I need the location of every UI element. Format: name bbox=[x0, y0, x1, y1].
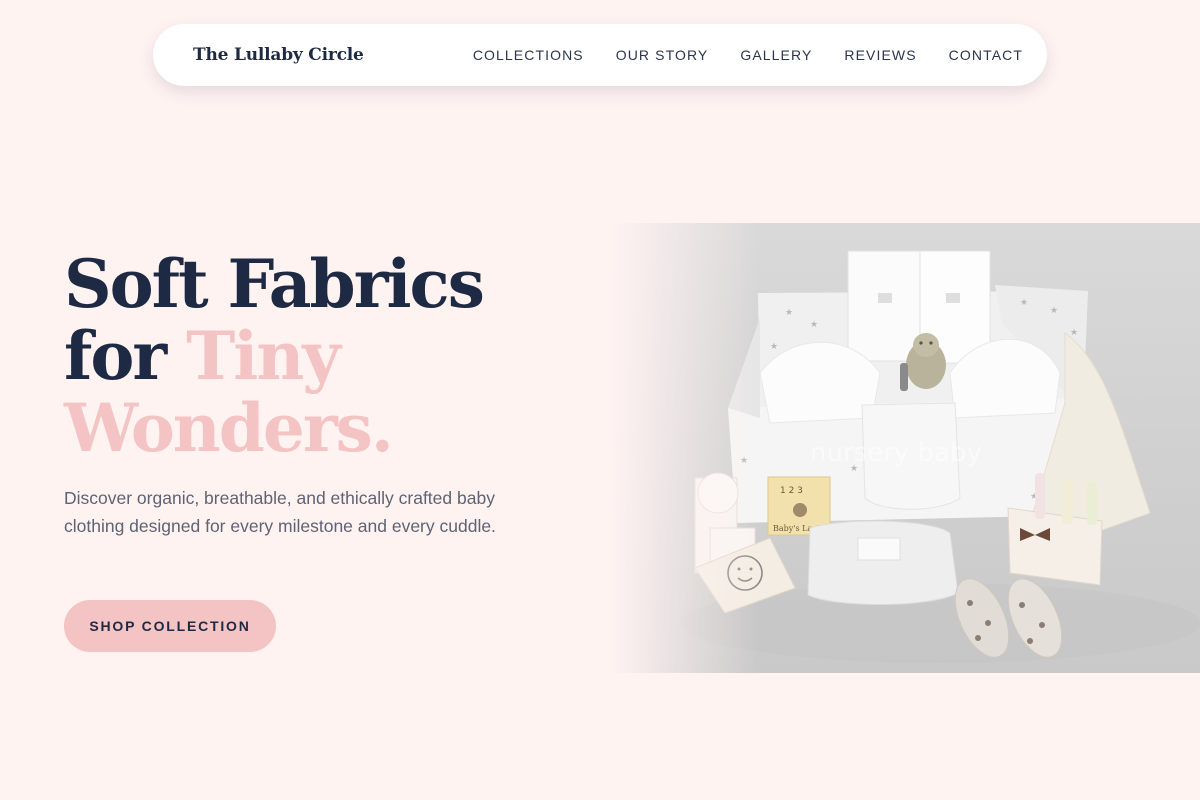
book-numbers: 1 2 3 bbox=[780, 486, 803, 496]
headline-part-1: Soft Fabrics bbox=[64, 245, 485, 323]
svg-text:★: ★ bbox=[1050, 306, 1058, 316]
hero-headline: Soft Fabrics for Tiny Wonders. bbox=[64, 248, 584, 464]
hero-description: Discover organic, breathable, and ethica… bbox=[64, 488, 496, 536]
image-watermark: nursery baby bbox=[810, 438, 982, 468]
shop-collection-button[interactable]: SHOP COLLECTION bbox=[64, 600, 276, 652]
nav-links: COLLECTIONS OUR STORY GALLERY REVIEWS CO… bbox=[473, 47, 1023, 63]
nav-link-our-story[interactable]: OUR STORY bbox=[616, 47, 709, 63]
svg-text:★: ★ bbox=[770, 342, 778, 352]
svg-text:★: ★ bbox=[1020, 298, 1028, 308]
navbar: The Lullaby Circle COLLECTIONS OUR STORY… bbox=[153, 24, 1047, 86]
svg-text:★: ★ bbox=[740, 456, 748, 466]
nav-link-reviews[interactable]: REVIEWS bbox=[844, 47, 916, 63]
svg-text:★: ★ bbox=[785, 308, 793, 318]
hero-image: ★ ★ ★ ★ ★ ★ ★ ★ ★ ★ ★ bbox=[610, 223, 1200, 673]
brand-logo[interactable]: The Lullaby Circle bbox=[193, 45, 364, 65]
nav-link-collections[interactable]: COLLECTIONS bbox=[473, 47, 584, 63]
svg-text:★: ★ bbox=[810, 320, 818, 330]
svg-text:★: ★ bbox=[1070, 328, 1078, 338]
nav-link-contact[interactable]: CONTACT bbox=[949, 47, 1023, 63]
nav-link-gallery[interactable]: GALLERY bbox=[740, 47, 812, 63]
headline-part-2: for bbox=[64, 317, 167, 395]
